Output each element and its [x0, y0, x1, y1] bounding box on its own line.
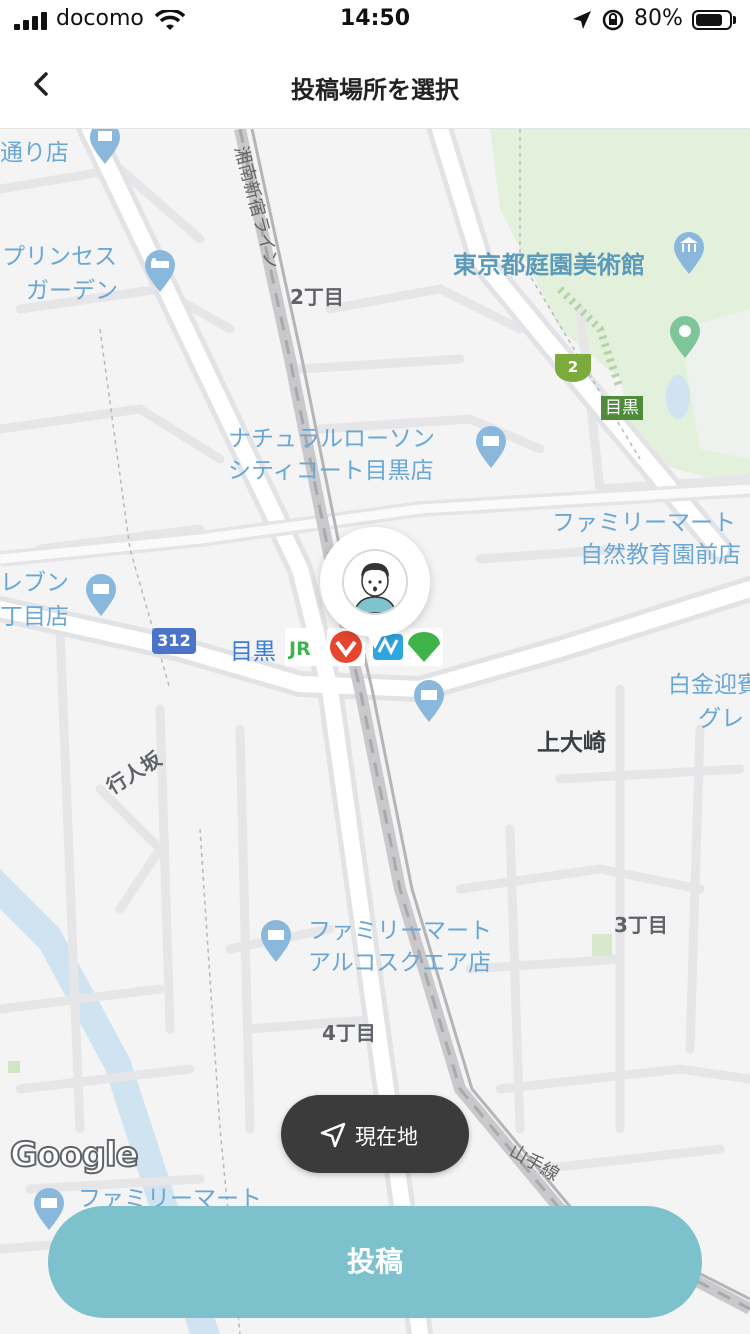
route-shield-2: 2	[555, 354, 591, 382]
poi-label[interactable]: アルコスクエア店	[308, 947, 491, 979]
page-title: 投稿場所を選択	[291, 76, 459, 104]
poi-label[interactable]: ファミリーマート	[308, 915, 492, 947]
poi-label[interactable]: 丁目店	[0, 601, 69, 633]
jr-line-icon: JR	[285, 628, 323, 666]
poi-label[interactable]: グレ	[698, 703, 744, 735]
status-bar: docomo 14:50 80%	[0, 0, 750, 40]
park-label[interactable]: 東京都庭園美術館	[453, 245, 645, 280]
station-label[interactable]: 目黒	[230, 632, 276, 666]
avatar	[342, 549, 408, 615]
battery-percent: 80%	[634, 6, 683, 31]
current-location-label: 現在地	[355, 1125, 418, 1149]
location-arrow-icon	[573, 11, 591, 29]
station-box: 目黒	[601, 396, 643, 420]
museum-pin-icon[interactable]	[672, 231, 706, 275]
area-label: 4丁目	[322, 1021, 376, 1045]
poi-label[interactable]: 自然教育園前店	[580, 539, 741, 571]
area-label: 3丁目	[614, 913, 668, 937]
garden-pin-icon[interactable]	[668, 315, 702, 359]
poi-label[interactable]: シティコート目黒店	[228, 455, 434, 487]
area-label: 上大崎	[537, 730, 606, 756]
poi-label[interactable]: レブン	[0, 567, 69, 599]
battery-icon	[692, 10, 732, 30]
store-pin-icon[interactable]	[474, 425, 508, 469]
route-shield-2-label: 2	[568, 358, 578, 376]
store-pin-icon[interactable]	[412, 679, 446, 723]
area-label: 2丁目	[290, 285, 344, 309]
poi-label[interactable]: 白金迎賓	[668, 669, 750, 701]
navigation-bar: 投稿場所を選択	[0, 40, 750, 129]
post-location-marker[interactable]	[320, 527, 430, 662]
poi-pin-icon[interactable]	[88, 129, 122, 165]
poi-label[interactable]: ナチュラルローソン	[228, 423, 435, 455]
svg-text:JR: JR	[287, 638, 311, 660]
store-pin-icon[interactable]	[84, 573, 118, 617]
post-button[interactable]: 投稿	[48, 1206, 702, 1318]
route-shield: 312	[152, 628, 196, 654]
poi-label[interactable]: ガーデン	[26, 275, 118, 307]
poi-label[interactable]: 通り店	[0, 137, 69, 169]
poi-label[interactable]: プリンセス	[2, 241, 117, 273]
battery-tip	[733, 16, 736, 24]
hotel-pin-icon[interactable]	[143, 249, 177, 293]
current-location-button[interactable]: 現在地	[281, 1095, 469, 1173]
rotation-lock-icon	[602, 9, 624, 31]
google-logo: Google	[9, 1134, 140, 1176]
marker-tail	[363, 627, 387, 649]
poi-label[interactable]: ファミリーマート	[552, 507, 736, 539]
navigation-arrow-icon	[320, 1122, 346, 1148]
store-pin-icon[interactable]	[259, 919, 293, 963]
